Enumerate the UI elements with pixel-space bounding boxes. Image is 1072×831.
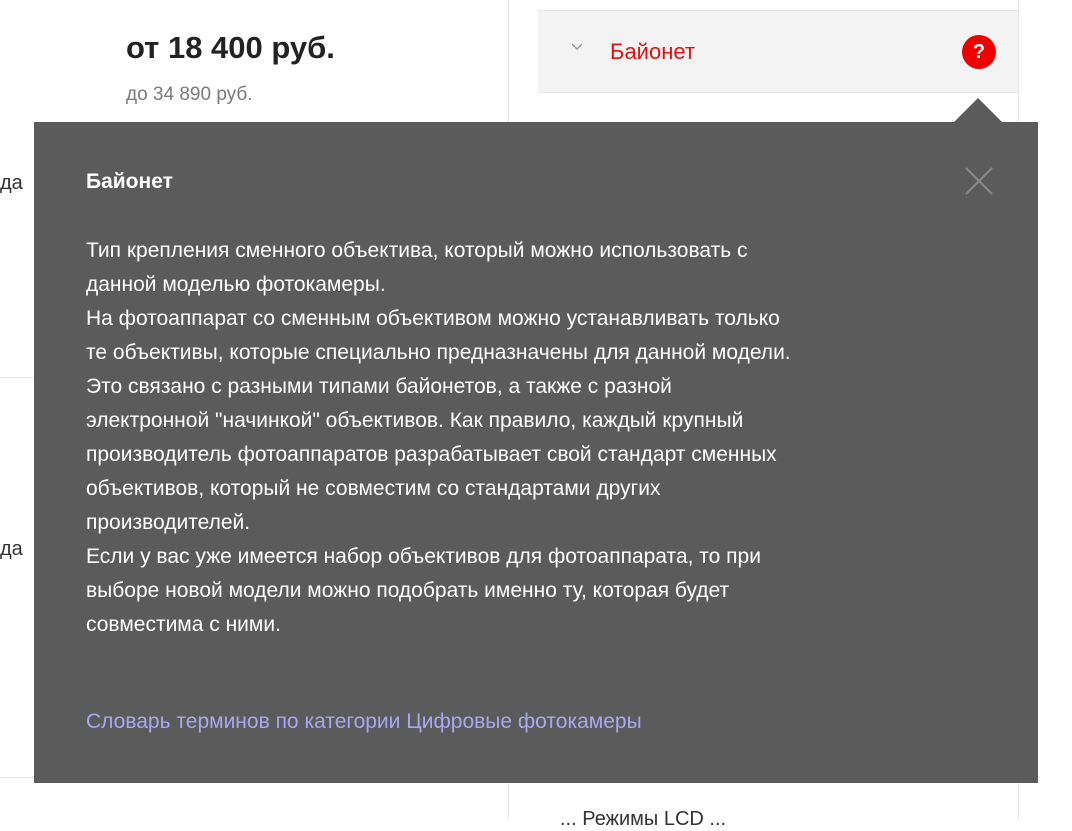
row-value-clipped-1: да (0, 172, 23, 194)
chevron-down-icon (572, 43, 582, 51)
close-icon[interactable] (964, 166, 994, 196)
popup-title: Байонет (86, 170, 173, 193)
price-to: до 34 890 руб. (126, 84, 253, 105)
description-line: производитель фотоаппаратов разрабатывае… (86, 443, 777, 466)
help-popup: Байонет Тип крепления сменного объектива… (34, 98, 1038, 783)
popup-pointer (954, 98, 1002, 122)
description-line: Если у вас уже имеется набор объективов … (86, 545, 761, 568)
description-line: те объективы, которые специально предназ… (86, 341, 791, 364)
filter-label: Байонет (610, 39, 695, 64)
row-value-clipped-2: да (0, 538, 23, 560)
description-line: данной моделью фотокамеры. (86, 273, 386, 296)
description-line: Это связано с разными типами байонетов, … (86, 375, 672, 398)
price-from: от 18 400 руб. (126, 30, 335, 65)
help-icon[interactable]: ? (962, 35, 996, 69)
popup-description: Тип крепления сменного объектива, которы… (86, 234, 966, 642)
glossary-link[interactable]: Словарь терминов по категории Цифровые ф… (86, 710, 642, 734)
description-line: Тип крепления сменного объектива, которы… (86, 239, 748, 262)
description-line: производителей. (86, 511, 251, 534)
filter-row-bayonet[interactable]: Байонет ? (538, 10, 1018, 93)
description-line: совместима с ними. (86, 613, 281, 636)
description-line: электронной "начинкой" объективов. Как п… (86, 409, 744, 432)
description-line: На фотоаппарат со сменным объективом мож… (86, 307, 780, 330)
description-line: объективов, который не совместим со стан… (86, 477, 661, 500)
description-line: выборе новой модели можно подобрать имен… (86, 579, 730, 602)
